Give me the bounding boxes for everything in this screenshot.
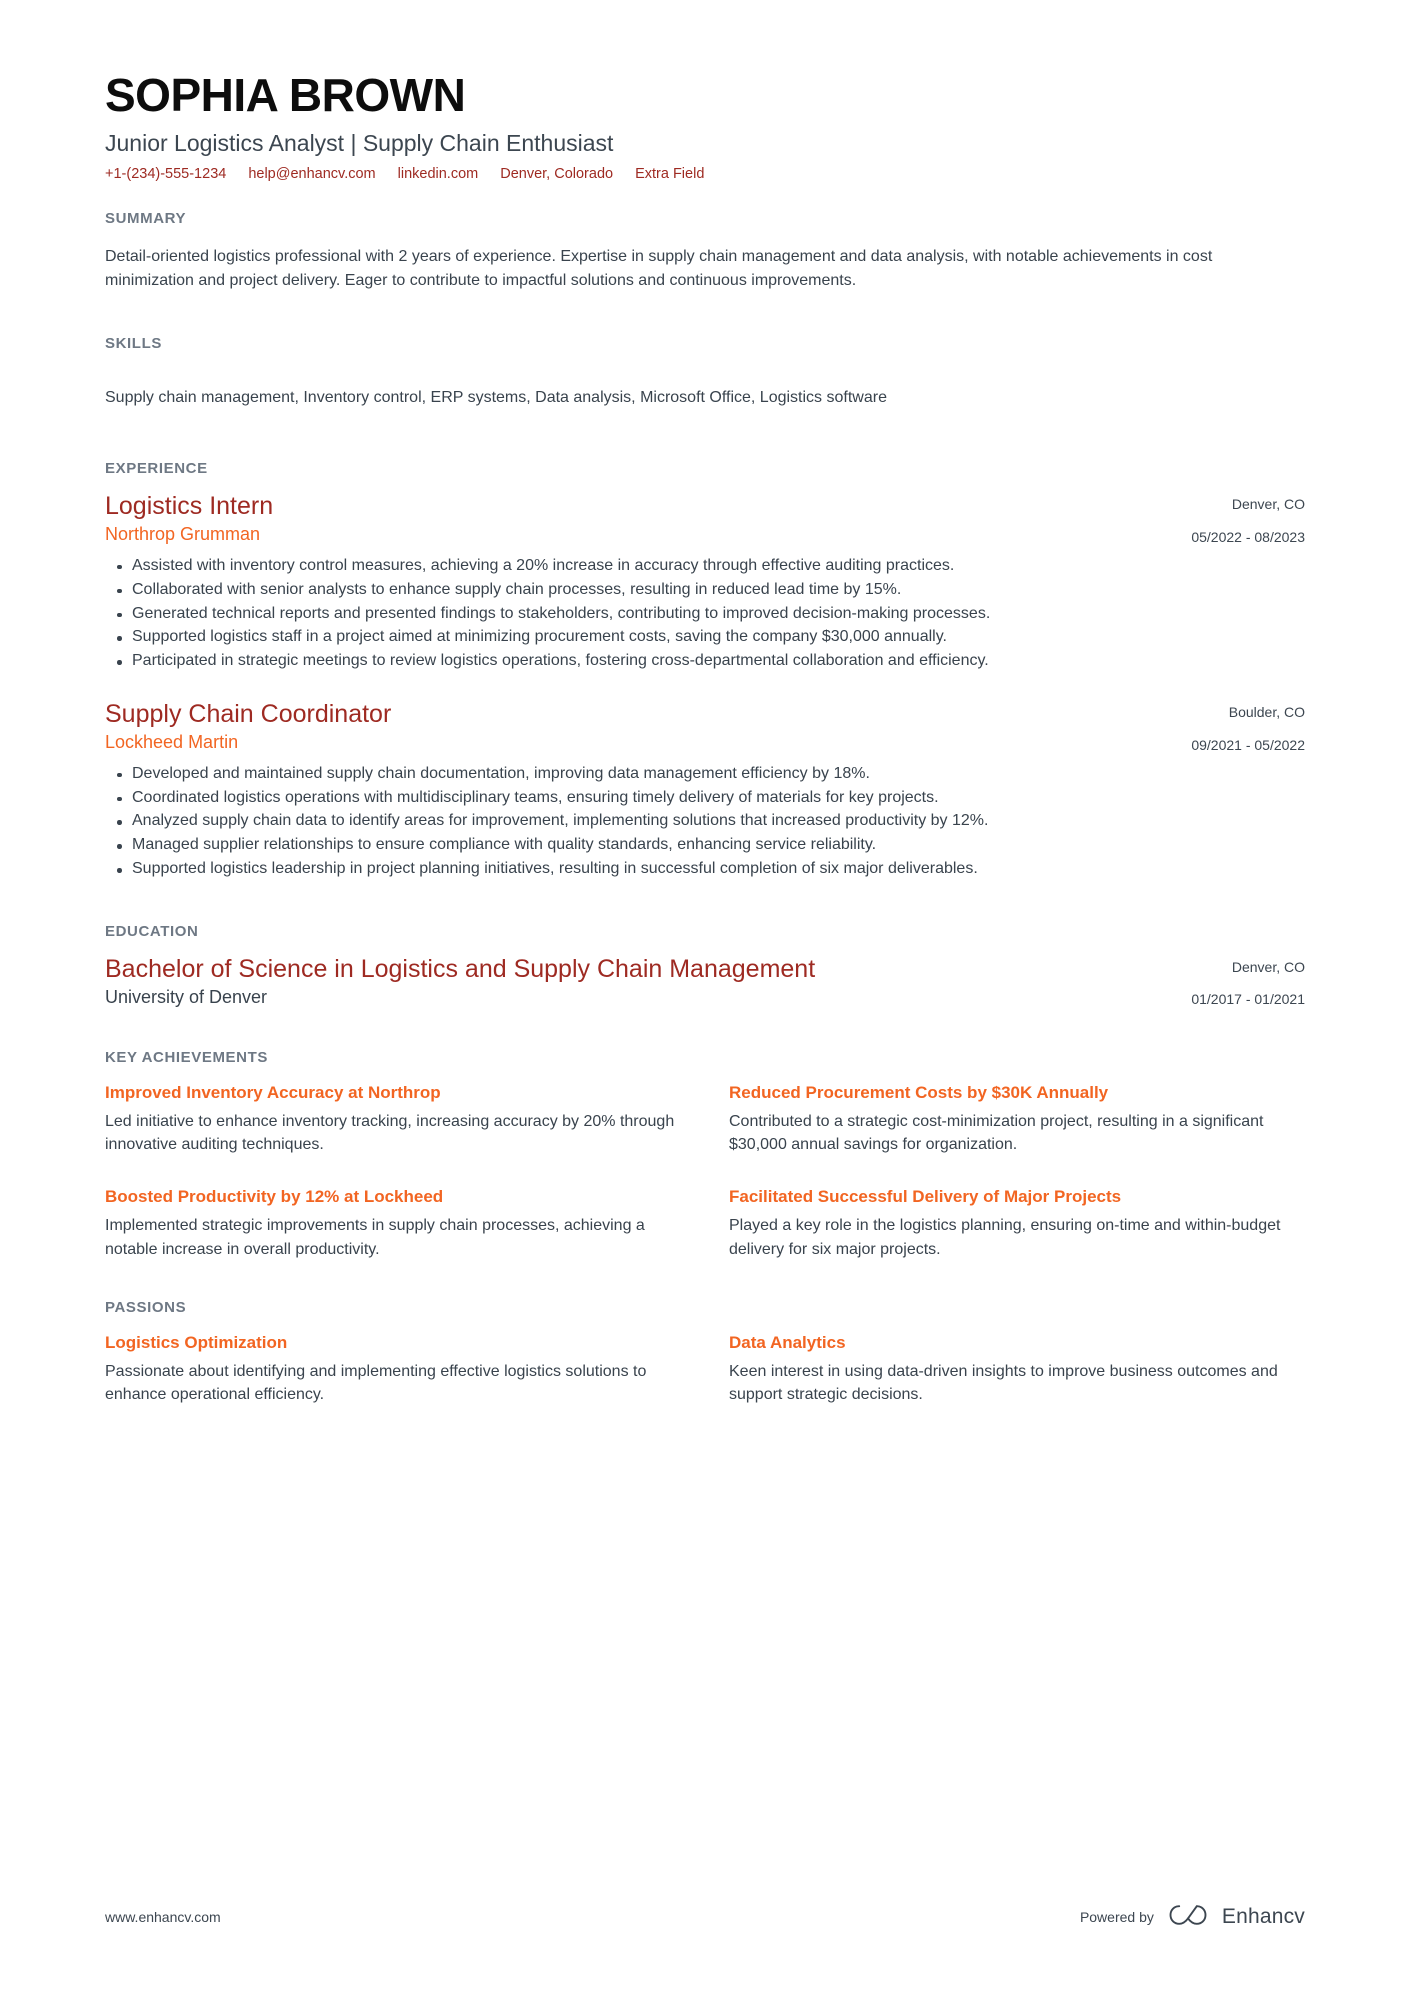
- enhancv-logo-icon: [1166, 1900, 1210, 1933]
- candidate-name: SOPHIA BROWN: [105, 69, 466, 121]
- experience-company: Lockheed Martin: [105, 732, 239, 753]
- footer-branding: Powered by Enhancv: [1080, 1900, 1305, 1933]
- enhancv-brand-name: Enhancv: [1221, 1904, 1305, 1928]
- contact-linkedin[interactable]: linkedin.com: [398, 166, 479, 182]
- experience-entry-left: Logistics Intern Northrop Grumman: [105, 491, 1191, 546]
- section-title-key-achievements: KEY ACHIEVEMENTS: [105, 1048, 268, 1066]
- education-entry-meta: Denver, CO 01/2017 - 01/2021: [1191, 954, 1305, 1008]
- section-title-experience: EXPERIENCE: [105, 460, 208, 478]
- experience-bullet: Generated technical reports and presente…: [105, 603, 1305, 626]
- experience-bullet: Coordinated logistics operations with mu…: [105, 787, 1305, 810]
- experience-bullets: Developed and maintained supply chain do…: [105, 763, 1305, 881]
- experience-bullet: Supported logistics staff in a project a…: [105, 626, 1305, 649]
- section-title-summary: SUMMARY: [105, 210, 187, 228]
- education-entry-left: Bachelor of Science in Logistics and Sup…: [105, 954, 1191, 1009]
- experience-bullets: Assisted with inventory control measures…: [105, 555, 1305, 673]
- key-achievement-text: Implemented strategic improvements in su…: [105, 1217, 645, 1258]
- experience-dates: 09/2021 - 05/2022: [1191, 736, 1305, 753]
- education-school: University of Denver: [105, 987, 268, 1008]
- experience-entry-meta: Denver, CO 05/2022 - 08/2023: [1191, 491, 1305, 545]
- experience-location: Denver, CO: [1231, 496, 1305, 513]
- passion-text: Keen interest in using data-driven insig…: [729, 1363, 1278, 1404]
- education-location: Denver, CO: [1231, 959, 1305, 976]
- key-achievement-text: Contributed to a strategic cost-minimiza…: [729, 1112, 1264, 1154]
- education-entry-head: Bachelor of Science in Logistics and Sup…: [105, 954, 1305, 1009]
- passion-title: Logistics Optimization: [105, 1332, 288, 1352]
- passions-grid: Logistics Optimization Passionate about …: [105, 1332, 1305, 1407]
- education-dates: 01/2017 - 01/2021: [1191, 991, 1305, 1008]
- contact-email[interactable]: help@enhancv.com: [248, 166, 375, 182]
- section-title-education: EDUCATION: [105, 923, 199, 941]
- passion-card: Logistics Optimization Passionate about …: [105, 1332, 681, 1407]
- passion-card: Data Analytics Keen interest in using da…: [729, 1332, 1305, 1407]
- section-title-passions: PASSIONS: [105, 1298, 187, 1316]
- section-experience: EXPERIENCE Logistics Intern Northrop Gru…: [105, 460, 1305, 881]
- education-degree: Bachelor of Science in Logistics and Sup…: [105, 955, 816, 984]
- section-title-skills: SKILLS: [105, 335, 162, 353]
- resume-page: SOPHIA BROWN Junior Logistics Analyst | …: [0, 0, 1410, 1995]
- experience-company: Northrop Grumman: [105, 524, 261, 545]
- key-achievement-title: Facilitated Successful Delivery of Major…: [729, 1187, 1122, 1207]
- passion-title: Data Analytics: [729, 1332, 846, 1352]
- experience-entry-left: Supply Chain Coordinator Lockheed Martin: [105, 699, 1191, 754]
- experience-bullet: Assisted with inventory control measures…: [105, 555, 1305, 578]
- experience-entry-head: Supply Chain Coordinator Lockheed Martin…: [105, 699, 1305, 754]
- experience-location: Boulder, CO: [1228, 704, 1305, 721]
- contact-phone[interactable]: +1-(234)-555-1234: [105, 166, 226, 182]
- key-achievement-card: Boosted Productivity by 12% at Lockheed …: [105, 1186, 681, 1261]
- key-achievement-card: Improved Inventory Accuracy at Northrop …: [105, 1082, 681, 1157]
- experience-entry: Logistics Intern Northrop Grumman Denver…: [105, 491, 1305, 673]
- education-entry: Bachelor of Science in Logistics and Sup…: [105, 954, 1305, 1009]
- experience-role: Logistics Intern: [105, 492, 274, 521]
- experience-bullet: Supported logistics leadership in projec…: [105, 858, 1305, 881]
- experience-role: Supply Chain Coordinator: [105, 700, 392, 729]
- experience-bullet: Collaborated with senior analysts to enh…: [105, 579, 1305, 602]
- footer-powered-by-label: Powered by: [1079, 1908, 1154, 1925]
- section-skills: SKILLS Supply chain management, Inventor…: [105, 335, 1305, 410]
- experience-entry: Supply Chain Coordinator Lockheed Martin…: [105, 699, 1305, 881]
- contact-extra-field[interactable]: Extra Field: [635, 166, 704, 182]
- skills-text: Supply chain management, Inventory contr…: [105, 389, 887, 407]
- experience-bullet: Managed supplier relationships to ensure…: [105, 834, 1305, 857]
- experience-bullet: Analyzed supply chain data to identify a…: [105, 810, 1305, 833]
- key-achievement-title: Boosted Productivity by 12% at Lockheed: [105, 1187, 444, 1207]
- key-achievement-text: Played a key role in the logistics plann…: [729, 1217, 1281, 1258]
- section-summary: SUMMARY Detail-oriented logistics profes…: [105, 210, 1305, 293]
- key-achievement-title: Reduced Procurement Costs by $30K Annual…: [729, 1082, 1109, 1102]
- resume-header: SOPHIA BROWN Junior Logistics Analyst | …: [105, 70, 1305, 182]
- experience-bullet: Participated in strategic meetings to re…: [105, 650, 1305, 673]
- resume-footer: www.enhancv.com Powered by Enhancv: [105, 1900, 1305, 1933]
- contact-row: +1-(234)-555-1234 help@enhancv.com linke…: [105, 166, 1305, 182]
- key-achievements-grid: Improved Inventory Accuracy at Northrop …: [105, 1082, 1305, 1261]
- candidate-headline: Junior Logistics Analyst | Supply Chain …: [105, 129, 614, 156]
- experience-bullet: Developed and maintained supply chain do…: [105, 763, 1305, 786]
- key-achievement-title: Improved Inventory Accuracy at Northrop: [105, 1082, 441, 1102]
- footer-website[interactable]: www.enhancv.com: [105, 1909, 221, 1925]
- key-achievement-card: Facilitated Successful Delivery of Major…: [729, 1186, 1305, 1261]
- experience-entry-meta: Boulder, CO 09/2021 - 05/2022: [1191, 699, 1305, 753]
- key-achievement-text: Led initiative to enhance inventory trac…: [105, 1112, 675, 1154]
- experience-entry-head: Logistics Intern Northrop Grumman Denver…: [105, 491, 1305, 546]
- passion-text: Passionate about identifying and impleme…: [105, 1363, 647, 1404]
- summary-text: Detail-oriented logistics professional w…: [105, 248, 1213, 290]
- key-achievement-card: Reduced Procurement Costs by $30K Annual…: [729, 1082, 1305, 1157]
- experience-dates: 05/2022 - 08/2023: [1191, 528, 1305, 545]
- section-key-achievements: KEY ACHIEVEMENTS Improved Inventory Accu…: [105, 1049, 1305, 1261]
- contact-location[interactable]: Denver, Colorado: [500, 166, 613, 182]
- section-education: EDUCATION Bachelor of Science in Logisti…: [105, 923, 1305, 1009]
- section-passions: PASSIONS Logistics Optimization Passiona…: [105, 1299, 1305, 1407]
